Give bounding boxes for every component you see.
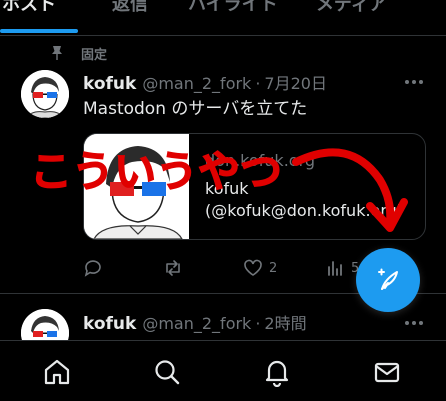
- heart-icon: [244, 259, 262, 276]
- bottom-navigation: [0, 340, 446, 401]
- display-name[interactable]: kofuk: [83, 314, 136, 334]
- tab-highlights[interactable]: ハイライト: [188, 0, 278, 16]
- views-button[interactable]: 5: [325, 258, 359, 278]
- compose-icon: [378, 268, 398, 290]
- more-icon[interactable]: [404, 79, 424, 85]
- profile-tabs: ホスト 返信 ハイライト メディア: [0, 0, 446, 36]
- tab-posts[interactable]: ホスト: [2, 0, 56, 16]
- nav-messages[interactable]: [370, 355, 404, 389]
- like-button[interactable]: 2: [243, 258, 277, 278]
- separator-dot: ·: [255, 74, 261, 93]
- post-header-2: kofuk @man_2_fork · 2時間: [83, 310, 307, 334]
- pinned-indicator: 固定: [51, 44, 108, 63]
- messages-icon: [374, 362, 400, 383]
- active-tab-indicator: [0, 29, 78, 33]
- views-icon: [328, 261, 342, 276]
- notifications-icon: [265, 360, 289, 387]
- avatar-image: [21, 70, 69, 118]
- post-time[interactable]: 2時間: [264, 310, 306, 334]
- display-name[interactable]: kofuk: [83, 74, 136, 94]
- card-title: kofuk: [205, 179, 249, 198]
- handle[interactable]: @man_2_fork: [142, 314, 251, 333]
- card-subtitle: (@kofuk@don.kofuk.org): [205, 201, 404, 220]
- like-count: 2: [269, 260, 278, 276]
- more-icon[interactable]: [404, 320, 424, 326]
- avatar[interactable]: [21, 70, 69, 118]
- compose-button[interactable]: [356, 248, 420, 312]
- card-image: [84, 134, 189, 239]
- repost-button[interactable]: [163, 258, 189, 278]
- pinned-label: 固定: [81, 47, 108, 63]
- separator-dot: ·: [255, 314, 261, 333]
- handle[interactable]: @man_2_fork: [142, 74, 251, 93]
- tab-replies[interactable]: 返信: [112, 0, 148, 16]
- post-time[interactable]: 7月20日: [264, 70, 327, 94]
- reply-button[interactable]: [83, 258, 109, 278]
- reply-icon: [84, 260, 101, 277]
- post-header: kofuk @man_2_fork · 7月20日: [83, 70, 327, 94]
- repost-icon: [166, 260, 180, 276]
- post-text: Mastodon のサーバを立てた: [83, 99, 308, 119]
- card-thumbnail: [84, 134, 189, 239]
- search-icon: [155, 360, 180, 385]
- link-card[interactable]: don.kofuk.org kofuk (@kofuk@don.kofuk.or…: [83, 133, 426, 240]
- tab-media[interactable]: メディア: [316, 0, 387, 16]
- nav-home[interactable]: [40, 355, 74, 389]
- home-icon: [44, 359, 70, 385]
- nav-search[interactable]: [150, 355, 184, 389]
- pin-icon: [52, 46, 62, 60]
- nav-notifications[interactable]: [260, 355, 294, 389]
- card-domain: don.kofuk.org: [205, 151, 316, 170]
